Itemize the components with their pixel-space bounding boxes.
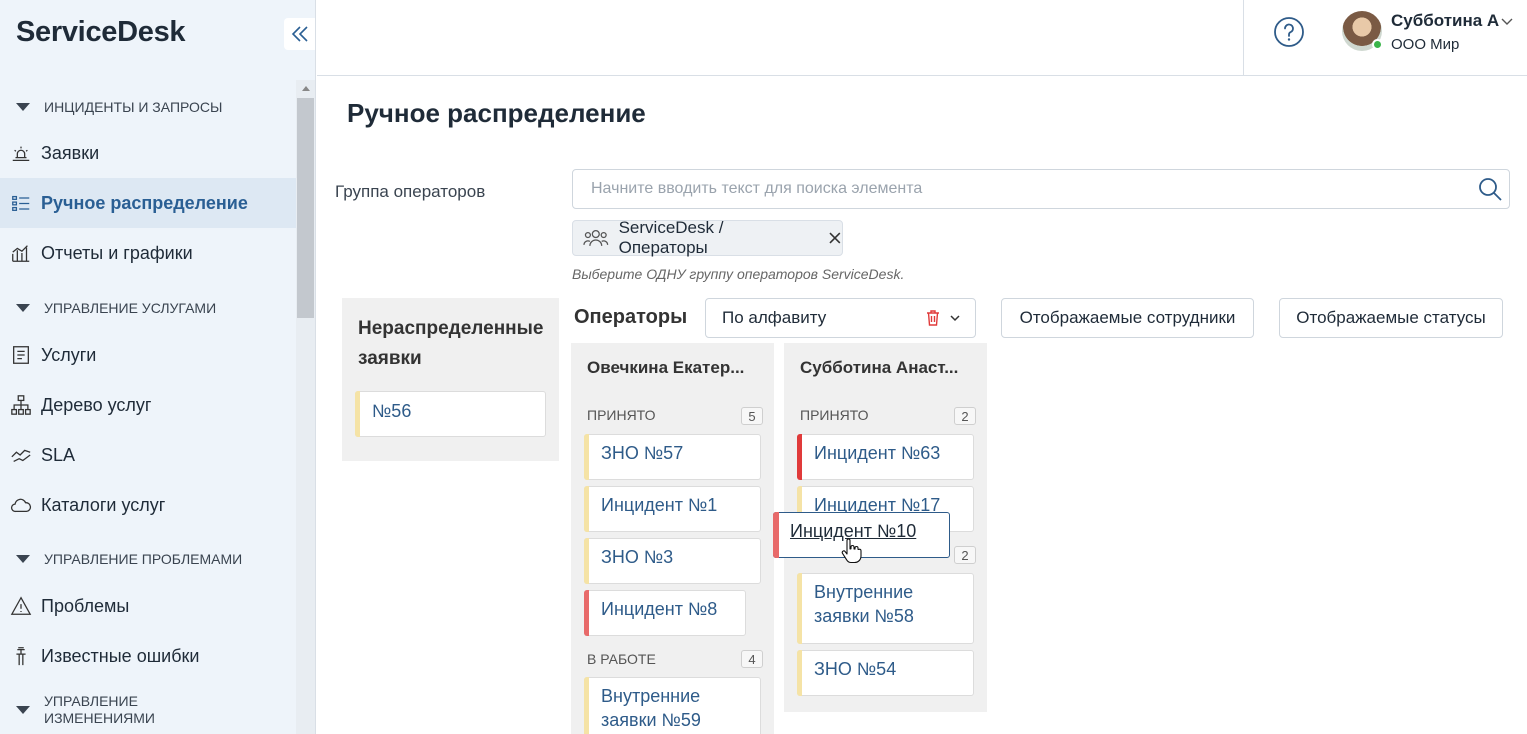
sidebar-item-service-tree[interactable]: Дерево услуг bbox=[0, 380, 296, 430]
sidebar-item-reports[interactable]: Отчеты и графики bbox=[0, 228, 296, 278]
sidebar-item-label: Дерево услуг bbox=[41, 394, 152, 415]
request-card[interactable]: ЗНО №57 bbox=[584, 434, 761, 480]
status-count: 5 bbox=[741, 407, 763, 425]
sidebar-item-label: Ручное распределение bbox=[41, 192, 248, 213]
search-input[interactable] bbox=[591, 170, 1471, 208]
sidebar-item-service-catalogs[interactable]: Каталоги услуг bbox=[0, 480, 296, 530]
request-card[interactable]: Инцидент №8 bbox=[584, 590, 746, 636]
shown-statuses-button[interactable]: Отображаемые статусы bbox=[1279, 298, 1503, 338]
collapse-triangle-icon bbox=[16, 304, 30, 312]
request-card[interactable]: Инцидент №1 bbox=[584, 486, 761, 532]
page-title: Ручное распределение bbox=[347, 98, 646, 128]
top-header: Субботина А ООО Мир bbox=[317, 0, 1527, 76]
unassigned-column: Нераспределенные заявки №56 bbox=[342, 298, 559, 461]
scroll-up-arrow-icon[interactable] bbox=[302, 86, 310, 91]
search-icon[interactable] bbox=[1477, 176, 1503, 202]
operators-label: Операторы bbox=[574, 306, 688, 328]
double-chevron-left-icon bbox=[291, 26, 308, 42]
group-users-icon bbox=[583, 229, 609, 246]
sidebar: ServiceDesk ИНЦИДЕНТЫ И ЗАПРОСЫ Заявки Р… bbox=[0, 0, 316, 734]
help-icon[interactable] bbox=[1273, 16, 1305, 48]
sidebar-item-label: Известные ошибки bbox=[41, 645, 200, 666]
sidebar-item-problems[interactable]: Проблемы bbox=[0, 581, 296, 631]
header-divider bbox=[1243, 0, 1244, 76]
status-count: 4 bbox=[741, 650, 763, 668]
shown-employees-button[interactable]: Отображаемые сотрудники bbox=[1001, 298, 1254, 338]
reports-icon bbox=[9, 241, 33, 265]
sidebar-item-label: Проблемы bbox=[41, 595, 130, 616]
sort-value: По алфавиту bbox=[722, 308, 827, 327]
group-hint: Выберите ОДНУ группу операторов ServiceD… bbox=[572, 266, 905, 282]
operator-name: Овечкина Екатер... bbox=[587, 358, 745, 377]
collapse-triangle-icon bbox=[16, 555, 30, 563]
collapse-sidebar-button[interactable] bbox=[284, 18, 315, 50]
sidebar-item-known-errors[interactable]: Известные ошибки bbox=[0, 631, 296, 681]
status-count: 2 bbox=[954, 407, 976, 425]
request-card[interactable]: Внутренние заявки №58 bbox=[797, 573, 974, 644]
request-card[interactable]: ЗНО №3 bbox=[584, 538, 761, 584]
trash-icon[interactable] bbox=[924, 309, 942, 327]
sort-select[interactable]: По алфавиту bbox=[705, 298, 976, 338]
chip-label: ServiceDesk / Операторы bbox=[618, 218, 724, 257]
catalog-cloud-icon bbox=[9, 493, 33, 517]
status-count: 2 bbox=[954, 546, 976, 564]
manual-distribution-icon bbox=[9, 191, 33, 215]
user-name[interactable]: Субботина А bbox=[1391, 11, 1499, 31]
collapse-triangle-icon bbox=[16, 103, 30, 111]
sidebar-item-label: Отчеты и графики bbox=[41, 242, 193, 263]
sidebar-item-sla[interactable]: SLA bbox=[0, 430, 296, 480]
sidebar-item-services[interactable]: Услуги bbox=[0, 330, 296, 380]
remove-chip-close-icon[interactable] bbox=[828, 231, 842, 245]
scrollbar-thumb[interactable] bbox=[297, 98, 314, 318]
status-label: ПРИНЯТО bbox=[800, 407, 869, 423]
known-errors-icon bbox=[9, 644, 33, 668]
sidebar-item-label: SLA bbox=[41, 444, 76, 465]
sidebar-item-manual-distribution[interactable]: Ручное распределение bbox=[0, 178, 296, 228]
sidebar-item-label: Услуги bbox=[41, 344, 97, 365]
chevron-down-icon[interactable] bbox=[1500, 14, 1514, 28]
user-organization: ООО Мир bbox=[1391, 36, 1460, 53]
services-icon bbox=[9, 343, 33, 367]
operator-name: Субботина Анаст... bbox=[800, 358, 959, 377]
chevron-down-icon[interactable] bbox=[949, 312, 961, 324]
request-card[interactable]: Внутренние заявки №59 bbox=[584, 677, 761, 734]
warning-icon bbox=[9, 594, 33, 618]
section-problems[interactable]: УПРАВЛЕНИЕ ПРОБЛЕМАМИ bbox=[0, 550, 296, 568]
service-tree-icon bbox=[9, 393, 33, 417]
sidebar-item-requests[interactable]: Заявки bbox=[0, 128, 296, 178]
status-label: ПРИНЯТО bbox=[587, 407, 656, 423]
sidebar-scrollbar[interactable] bbox=[296, 80, 315, 734]
status-label: В РАБОТЕ bbox=[587, 651, 656, 667]
unassigned-title: Нераспределенные заявки bbox=[358, 318, 544, 369]
request-card[interactable]: ЗНО №54 bbox=[797, 650, 974, 696]
sidebar-item-label: Каталоги услуг bbox=[41, 494, 166, 515]
hand-cursor-icon bbox=[841, 538, 862, 564]
section-changes[interactable]: УПРАВЛЕНИЕ ИЗМЕНЕНИЯМИ bbox=[0, 693, 296, 727]
sla-icon bbox=[9, 443, 33, 467]
section-incidents[interactable]: ИНЦИДЕНТЫ И ЗАПРОСЫ bbox=[0, 98, 296, 116]
app-logo[interactable]: ServiceDesk bbox=[16, 16, 186, 49]
sidebar-item-label: Заявки bbox=[41, 142, 100, 163]
request-card[interactable]: №56 bbox=[355, 391, 546, 437]
request-card[interactable]: Инцидент №63 bbox=[797, 434, 974, 480]
section-services[interactable]: УПРАВЛЕНИЕ УСЛУГАМИ bbox=[0, 299, 296, 317]
online-status-dot bbox=[1372, 39, 1383, 50]
operator-group-label: Группа операторов bbox=[335, 182, 486, 201]
operator-group-search[interactable] bbox=[572, 169, 1510, 209]
requests-icon bbox=[9, 141, 33, 165]
selected-group-chip: ServiceDesk / Операторы bbox=[572, 218, 843, 257]
operator-column: Овечкина Екатер... ПРИНЯТО 5 ЗНО №57 Инц… bbox=[571, 343, 774, 734]
collapse-triangle-icon bbox=[16, 706, 30, 714]
